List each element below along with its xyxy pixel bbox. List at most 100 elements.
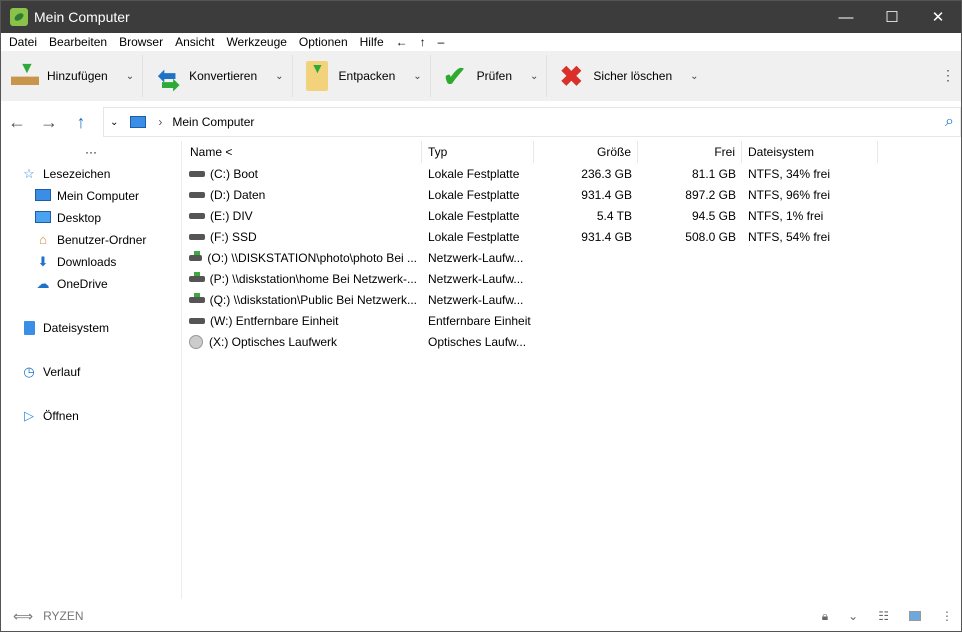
drive-type: Netzwerk-Laufw... bbox=[428, 292, 524, 307]
minimize-button[interactable]: — bbox=[823, 9, 869, 26]
table-row[interactable]: (W:) Entfernbare Einheit Entfernbare Ein… bbox=[184, 310, 961, 331]
home-icon: ⌂ bbox=[39, 232, 47, 247]
sidebar-bookmarks[interactable]: ☆ Lesezeichen bbox=[1, 163, 181, 185]
close-button[interactable]: ✕ bbox=[915, 8, 961, 26]
sidebar-item-desktop[interactable]: Desktop bbox=[1, 207, 181, 229]
check-button[interactable]: ✔ Prüfen ⌄ bbox=[431, 55, 548, 97]
forward-arrow-icon[interactable]: → bbox=[33, 112, 65, 133]
drive-free: 897.2 GB bbox=[685, 187, 736, 202]
drive-name: (W:) Entfernbare Einheit bbox=[210, 313, 339, 328]
drive-size: 236.3 GB bbox=[581, 166, 632, 181]
chevron-down-icon[interactable]: ⌄ bbox=[413, 71, 421, 82]
table-row[interactable]: (P:) \\diskstation\home Bei Netzwerk-...… bbox=[184, 268, 961, 289]
sidebar: ··· ☆ Lesezeichen Mein Computer Desktop ⌂… bbox=[1, 141, 182, 599]
column-header-type[interactable]: Typ bbox=[422, 141, 534, 163]
column-header-filesystem[interactable]: Dateisystem bbox=[742, 141, 878, 163]
history-dropdown-icon[interactable]: ⌄ bbox=[110, 117, 118, 128]
drive-icon bbox=[189, 191, 205, 198]
menu-bearbeiten[interactable]: Bearbeiten bbox=[43, 35, 113, 49]
table-row[interactable]: (E:) DIV Lokale Festplatte 5.4 TB 94.5 G… bbox=[184, 205, 961, 226]
convert-icon: ⬅ ➡ bbox=[157, 63, 180, 97]
table-row[interactable]: (Q:) \\diskstation\Public Bei Netzwerk..… bbox=[184, 289, 961, 310]
sidebar-item-mein-computer[interactable]: Mein Computer bbox=[1, 185, 181, 207]
drive-filesystem: NTFS, 96% frei bbox=[748, 187, 831, 202]
drive-icon bbox=[189, 170, 205, 177]
convert-button[interactable]: ⬅ ➡ Konvertieren ⌄ bbox=[143, 55, 293, 97]
drive-icon bbox=[189, 212, 205, 219]
menu-up[interactable]: ↑ bbox=[414, 35, 432, 49]
network-icon: ⟺ bbox=[13, 607, 34, 624]
play-icon: ▷ bbox=[24, 408, 34, 423]
drive-icon bbox=[189, 292, 205, 303]
menu-minimize[interactable]: – bbox=[432, 35, 451, 49]
drive-free: 94.5 GB bbox=[691, 208, 736, 223]
drive-type: Netzwerk-Laufw... bbox=[428, 271, 524, 286]
column-headers: Name < Typ Größe Frei Dateisystem bbox=[184, 141, 961, 163]
lock-icon[interactable]: 🔒︎ bbox=[822, 609, 828, 624]
sidebar-collapse[interactable]: ··· bbox=[1, 141, 181, 163]
preview-icon[interactable] bbox=[909, 611, 921, 621]
column-header-name[interactable]: Name < bbox=[184, 141, 422, 163]
more-options-icon[interactable]: ⋮ bbox=[941, 67, 955, 84]
drive-name: (O:) \\DISKSTATION\photo\photo Bei ... bbox=[207, 250, 417, 265]
menu-bar: Datei Bearbeiten Browser Ansicht Werkzeu… bbox=[1, 33, 961, 51]
menu-ansicht[interactable]: Ansicht bbox=[169, 35, 220, 49]
drive-size: 5.4 TB bbox=[596, 208, 632, 223]
sidebar-filesystem[interactable]: Dateisystem bbox=[1, 317, 181, 339]
more-icon[interactable]: ⋮ bbox=[941, 609, 953, 623]
column-header-free[interactable]: Frei bbox=[638, 141, 742, 163]
chevron-down-icon[interactable]: ⌄ bbox=[690, 71, 698, 82]
drive-type: Lokale Festplatte bbox=[428, 187, 520, 202]
menu-werkzeuge[interactable]: Werkzeuge bbox=[220, 35, 292, 49]
table-row[interactable]: (D:) Daten Lokale Festplatte 931.4 GB 89… bbox=[184, 184, 961, 205]
menu-datei[interactable]: Datei bbox=[3, 35, 43, 49]
add-button[interactable]: ▬ ▼ Hinzufügen ⌄ bbox=[1, 55, 144, 97]
filesystem-icon bbox=[21, 321, 37, 335]
sidebar-item-onedrive[interactable]: ☁ OneDrive bbox=[1, 273, 181, 295]
drive-name: (X:) Optisches Laufwerk bbox=[209, 334, 338, 349]
drive-free: 508.0 GB bbox=[685, 229, 736, 244]
chevron-down-icon[interactable]: ⌄ bbox=[530, 71, 538, 82]
secure-delete-button[interactable]: ✖ Sicher löschen ⌄ bbox=[547, 55, 706, 97]
computer-name: RYZEN bbox=[43, 609, 84, 623]
table-row[interactable]: (C:) Boot Lokale Festplatte 236.3 GB 81.… bbox=[184, 163, 961, 184]
up-arrow-icon[interactable]: ↑ bbox=[65, 112, 97, 133]
menu-hilfe[interactable]: Hilfe bbox=[354, 35, 390, 49]
drive-icon bbox=[189, 334, 203, 349]
menu-browser[interactable]: Browser bbox=[113, 35, 169, 49]
drive-type: Optisches Laufw... bbox=[428, 334, 527, 349]
menu-optionen[interactable]: Optionen bbox=[293, 35, 354, 49]
computer-icon bbox=[130, 116, 147, 128]
drive-name: (F:) SSD bbox=[210, 229, 257, 244]
table-row[interactable]: (O:) \\DISKSTATION\photo\photo Bei ... N… bbox=[184, 247, 961, 268]
breadcrumb[interactable]: Mein Computer bbox=[172, 115, 254, 129]
column-header-size[interactable]: Größe bbox=[534, 141, 638, 163]
clock-icon: ◷ bbox=[23, 364, 35, 379]
chevron-down-icon[interactable]: ⌄ bbox=[275, 71, 283, 82]
sidebar-history[interactable]: ◷ Verlauf bbox=[1, 361, 181, 383]
table-row[interactable]: (F:) SSD Lokale Festplatte 931.4 GB 508.… bbox=[184, 226, 961, 247]
drive-name: (Q:) \\diskstation\Public Bei Netzwerk..… bbox=[209, 292, 417, 307]
computer-icon bbox=[35, 189, 51, 203]
chevron-down-icon[interactable]: ⌄ bbox=[848, 609, 858, 623]
back-arrow-icon[interactable]: ← bbox=[1, 112, 33, 133]
chevron-down-icon[interactable]: ⌄ bbox=[126, 71, 134, 82]
file-list: Name < Typ Größe Frei Dateisystem (C:) B… bbox=[184, 141, 961, 599]
window-title: Mein Computer bbox=[34, 9, 130, 25]
desktop-icon bbox=[35, 211, 51, 225]
drive-free: 81.1 GB bbox=[691, 166, 736, 181]
maximize-button[interactable]: ☐ bbox=[869, 8, 915, 26]
drive-filesystem: NTFS, 1% frei bbox=[748, 208, 824, 223]
menu-back[interactable]: ← bbox=[390, 35, 414, 49]
drive-icon bbox=[189, 271, 205, 282]
table-row[interactable]: (X:) Optisches Laufwerk Optisches Laufw.… bbox=[184, 331, 961, 352]
delete-icon: ✖ bbox=[559, 60, 584, 92]
sidebar-item-benutzer-ordner[interactable]: ⌂ Benutzer-Ordner bbox=[1, 229, 181, 251]
drive-type: Lokale Festplatte bbox=[428, 166, 520, 181]
address-bar[interactable]: ⌄ › Mein Computer ⌕ bbox=[103, 107, 961, 137]
extract-button[interactable]: ▼ Entpacken ⌄ bbox=[293, 55, 431, 97]
sidebar-open[interactable]: ▷ Öffnen bbox=[1, 405, 181, 427]
search-icon[interactable]: ⌕ bbox=[945, 113, 954, 131]
sidebar-item-downloads[interactable]: ⬇ Downloads bbox=[1, 251, 181, 273]
details-view-icon[interactable]: ☷ bbox=[878, 609, 889, 623]
